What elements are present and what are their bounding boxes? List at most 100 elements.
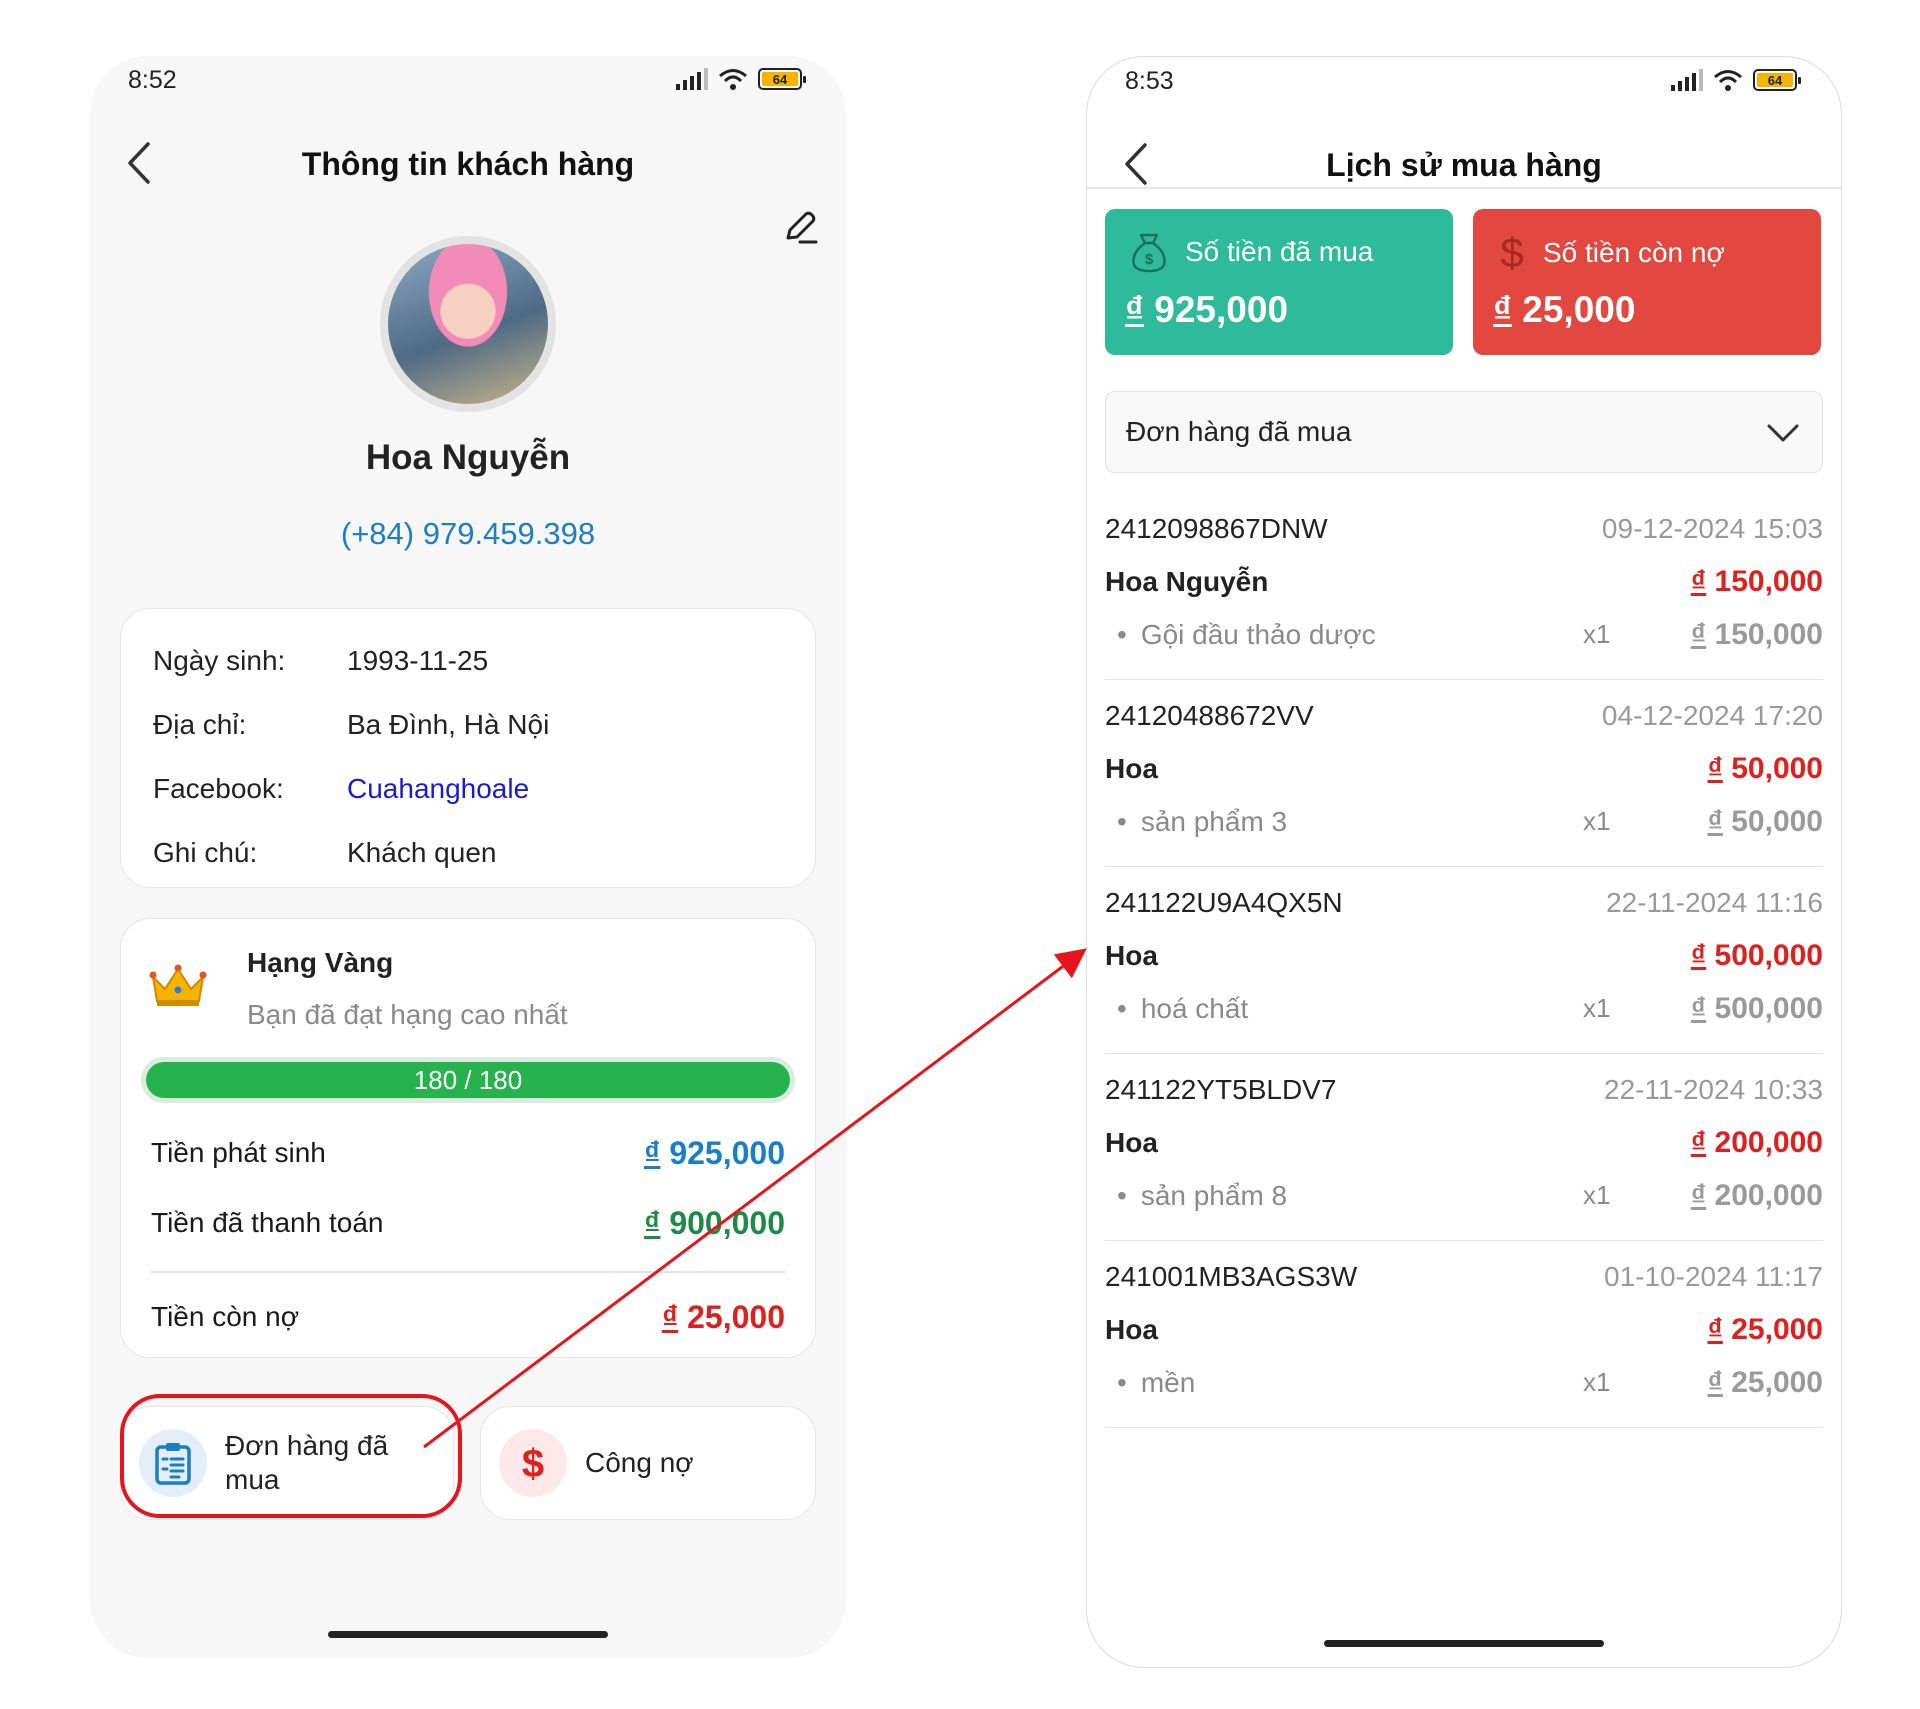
address-value: Ba Đình, Hà Nội — [347, 709, 550, 740]
note-label: Ghi chú: — [153, 837, 258, 868]
order-customer: Hoa Nguyễn — [1105, 566, 1269, 597]
info-row-note: Ghi chú: Khách quen — [153, 821, 783, 885]
wifi-icon — [1714, 70, 1742, 91]
order-code: 241001MB3AGS3W — [1105, 1261, 1358, 1292]
order-item-qty: x1 — [1583, 1180, 1611, 1210]
home-indicator — [1324, 1640, 1604, 1647]
order-item-name: mền — [1117, 1367, 1195, 1399]
order-code: 2412098867DNW — [1105, 513, 1328, 544]
avatar — [380, 236, 556, 412]
total-purchased-amount: ₫ 925,000 — [1125, 289, 1288, 331]
order-total: ₫ 50,000 — [1707, 752, 1823, 786]
address-label: Địa chỉ: — [153, 709, 247, 740]
status-time: 8:53 — [1125, 67, 1174, 95]
order-item-qty: x1 — [1583, 1367, 1611, 1397]
order-list: 2412098867DNW 09-12-2024 15:03 Hoa Nguyễ… — [1105, 493, 1823, 1428]
edit-pencil-icon[interactable] — [780, 208, 820, 248]
rank-card: Hạng Vàng Bạn đã đạt hạng cao nhất 180 /… — [120, 918, 816, 1358]
chevron-down-icon — [1767, 424, 1799, 442]
money-bag-icon: $ — [1132, 233, 1166, 273]
currency-symbol: ₫ — [1690, 1126, 1707, 1159]
currency-symbol: ₫ — [1707, 1313, 1723, 1346]
customer-phone[interactable]: (+84) 979.459.398 — [90, 516, 846, 552]
customer-name: Hoa Nguyễn — [365, 438, 571, 477]
total-purchased-label: Số tiền đã mua — [1185, 236, 1374, 267]
svg-text:$: $ — [1145, 251, 1154, 268]
order-total: ₫ 150,000 — [1691, 565, 1823, 599]
order-row[interactable]: 241122YT5BLDV7 22-11-2024 10:33 Hoa ₫ 20… — [1105, 1054, 1823, 1241]
order-type-selected: Đơn hàng đã mua — [1126, 416, 1352, 447]
order-date: 01-10-2024 11:17 — [1604, 1261, 1823, 1292]
order-item-amount: ₫ 150,000 — [1691, 618, 1823, 652]
paid-amount: ₫ 900,000 — [644, 1205, 785, 1242]
order-total-value: 50,000 — [1731, 752, 1823, 785]
info-row-birthday: Ngày sinh: 1993-11-25 — [153, 629, 783, 693]
wifi-icon — [719, 69, 747, 90]
order-total: ₫ 200,000 — [1691, 1126, 1823, 1160]
currency-symbol: ₫ — [1690, 992, 1707, 1025]
order-code: 24120488672VV — [1105, 700, 1314, 731]
total-debt-amount: ₫ 25,000 — [1493, 289, 1635, 331]
info-row-facebook: Facebook: Cuahanghoale — [153, 757, 783, 821]
battery-icon: 64 — [758, 68, 806, 90]
total-purchased-value: 925,000 — [1154, 289, 1289, 330]
facebook-label: Facebook: — [153, 773, 284, 804]
total-debt-value: 25,000 — [1522, 289, 1636, 330]
order-customer: Hoa — [1105, 753, 1158, 784]
top-nav: Lịch sử mua hàng — [1087, 117, 1841, 217]
order-total: ₫ 25,000 — [1707, 1313, 1823, 1347]
order-item-name: Gội đầu thảo dược — [1117, 619, 1376, 651]
order-total-value: 150,000 — [1714, 565, 1823, 598]
debt-amount: ₫ 25,000 — [662, 1299, 785, 1336]
status-icons: 64 — [676, 68, 806, 90]
generated-label: Tiền phát sinh — [151, 1137, 326, 1168]
order-item-amount: ₫ 50,000 — [1707, 805, 1823, 839]
order-row[interactable]: 241001MB3AGS3W 01-10-2024 11:17 Hoa ₫ 25… — [1105, 1241, 1823, 1428]
top-nav: Thông tin khách hàng — [90, 116, 846, 216]
order-row[interactable]: 24120488672VV 04-12-2024 17:20 Hoa ₫ 50,… — [1105, 680, 1823, 867]
order-item-qty: x1 — [1583, 993, 1611, 1023]
generated-amount-row: Tiền phát sinh ₫ 925,000 — [151, 1123, 785, 1183]
order-code: 241122YT5BLDV7 — [1105, 1074, 1337, 1105]
nav-divider — [1087, 187, 1841, 189]
order-total: ₫ 500,000 — [1691, 939, 1823, 973]
currency-symbol: ₫ — [1125, 289, 1144, 330]
facebook-link[interactable]: Cuahanghoale — [347, 773, 529, 805]
total-purchased-card: $ Số tiền đã mua ₫ 925,000 — [1105, 209, 1453, 355]
order-date: 22-11-2024 11:16 — [1606, 887, 1823, 918]
order-date: 22-11-2024 10:33 — [1604, 1074, 1823, 1105]
birthday-value: 1993-11-25 — [347, 645, 489, 676]
currency-symbol: ₫ — [1690, 565, 1707, 598]
svg-text:$: $ — [1500, 231, 1523, 275]
rank-title: Hạng Vàng — [247, 947, 394, 978]
debt-button[interactable]: $ Công nợ — [480, 1406, 816, 1520]
currency-symbol: ₫ — [1493, 289, 1512, 330]
divider — [151, 1271, 785, 1273]
status-bar: 8:53 64 — [1087, 57, 1841, 117]
home-indicator — [328, 1631, 608, 1638]
debt-label: Tiền còn nợ — [151, 1301, 300, 1332]
order-item-amount-value: 500,000 — [1714, 992, 1823, 1025]
paid-value: 900,000 — [669, 1204, 785, 1241]
status-icons: 64 — [1671, 69, 1801, 91]
order-type-select[interactable]: Đơn hàng đã mua — [1105, 391, 1823, 473]
currency-symbol: ₫ — [1690, 939, 1707, 972]
battery-icon: 64 — [1753, 69, 1801, 91]
rank-progress-bar: 180 / 180 — [141, 1057, 795, 1103]
order-item-amount: ₫ 25,000 — [1707, 1366, 1823, 1400]
dollar-icon: $ — [1500, 231, 1523, 275]
dollar-icon: $ — [499, 1429, 567, 1497]
order-item-name: hoá chất — [1117, 993, 1248, 1025]
birthday-label: Ngày sinh: — [153, 645, 286, 676]
page-title: Lịch sử mua hàng — [1326, 147, 1602, 183]
debt-value: 25,000 — [687, 1298, 785, 1335]
rank-subtitle: Bạn đã đạt hạng cao nhất — [247, 999, 568, 1030]
currency-symbol: ₫ — [1707, 1366, 1723, 1399]
info-row-address: Địa chỉ: Ba Đình, Hà Nội — [153, 693, 783, 757]
order-item-amount: ₫ 200,000 — [1691, 1179, 1823, 1213]
order-code: 241122U9A4QX5N — [1105, 887, 1343, 918]
order-item-amount-value: 50,000 — [1731, 805, 1823, 838]
currency-symbol: ₫ — [644, 1134, 661, 1171]
order-row[interactable]: 241122U9A4QX5N 22-11-2024 11:16 Hoa ₫ 50… — [1105, 867, 1823, 1054]
order-row[interactable]: 2412098867DNW 09-12-2024 15:03 Hoa Nguyễ… — [1105, 493, 1823, 680]
